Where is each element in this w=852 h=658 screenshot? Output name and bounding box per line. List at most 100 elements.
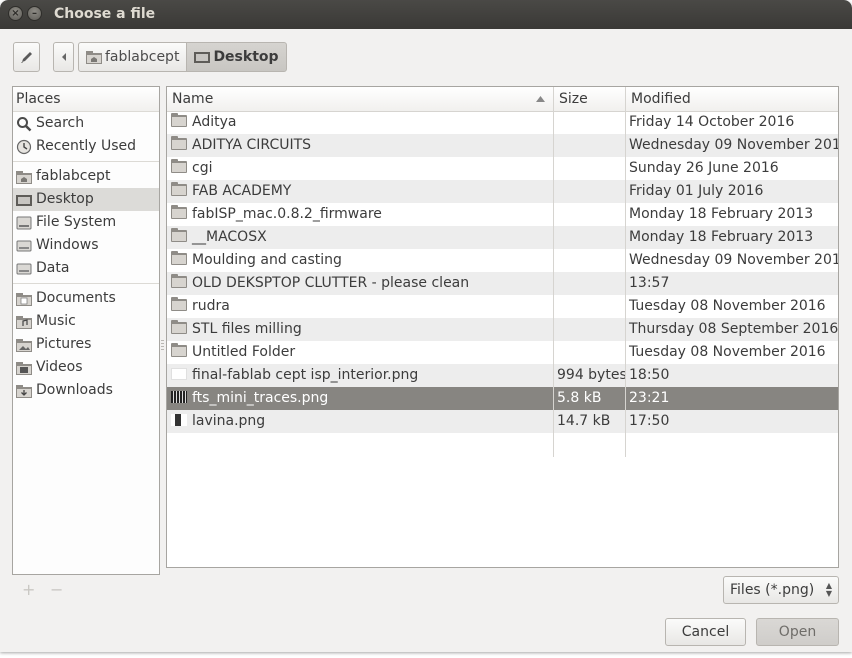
table-row[interactable]: fts_mini_traces.png 5.8 kB 23:21 xyxy=(167,387,838,410)
column-header-size-label: Size xyxy=(559,91,588,107)
folder-icon xyxy=(171,343,187,357)
sidebar-item-recently-used[interactable]: Recently Used xyxy=(13,135,159,158)
file-size xyxy=(553,272,625,295)
file-name-cell: lavina.png xyxy=(167,410,553,433)
column-header-name[interactable]: Name xyxy=(167,87,553,111)
file-size: 5.8 kB xyxy=(557,390,602,406)
table-row[interactable]: Untitled Folder Tuesday 08 November 2016 xyxy=(167,341,838,364)
sidebar-item-music[interactable]: Music xyxy=(13,310,159,333)
table-row[interactable]: Aditya Friday 14 October 2016 xyxy=(167,111,838,134)
breadcrumb-desktop-label: Desktop xyxy=(213,49,279,65)
open-button[interactable]: Open xyxy=(756,618,839,646)
sidebar-item-label: File System xyxy=(36,214,117,230)
sidebar-item-downloads[interactable]: Downloads xyxy=(13,379,159,402)
file-modified: Monday 18 February 2013 xyxy=(629,229,814,245)
image-file-icon xyxy=(171,391,187,403)
sidebar-item-label: Search xyxy=(36,115,85,131)
pane-resize-handle[interactable] xyxy=(161,340,164,350)
breadcrumb-desktop[interactable]: Desktop xyxy=(186,42,287,72)
file-modified: 17:50 xyxy=(629,413,670,429)
sidebar-item-search[interactable]: Search xyxy=(13,112,159,135)
sidebar-item-fablabcept[interactable]: fablabcept xyxy=(13,165,159,188)
file-name-cell: rudra xyxy=(167,295,553,318)
column-header-size[interactable]: Size xyxy=(553,87,625,111)
column-header-modified-label: Modified xyxy=(631,91,691,107)
table-row[interactable]: rudra Tuesday 08 November 2016 xyxy=(167,295,838,318)
sidebar-item-documents[interactable]: Documents xyxy=(13,287,159,310)
file-name-cell: cgi xyxy=(167,157,553,180)
file-name: STL files milling xyxy=(192,321,302,337)
table-row[interactable]: OLD DEKSPTOP CLUTTER - please clean 13:57 xyxy=(167,272,838,295)
file-name-cell: Untitled Folder xyxy=(167,341,553,364)
home-folder-icon xyxy=(86,50,102,64)
table-row[interactable]: cgi Sunday 26 June 2016 xyxy=(167,157,838,180)
image-file-icon xyxy=(171,414,187,426)
sidebar-item-videos[interactable]: Videos xyxy=(13,356,159,379)
sidebar-item-desktop[interactable]: Desktop xyxy=(13,188,159,211)
file-name: fts_mini_traces.png xyxy=(192,390,329,406)
file-name: fabISP_mac.0.8.2_firmware xyxy=(192,206,382,222)
table-row[interactable]: Moulding and casting Wednesday 09 Novembe… xyxy=(167,249,838,272)
file-type-filter-value: Files (*.png) xyxy=(730,582,815,598)
file-name-cell: FAB ACADEMY xyxy=(167,180,553,203)
add-bookmark-icon[interactable]: + xyxy=(22,580,35,599)
file-list-header: Name Size Modified xyxy=(167,87,838,112)
minimize-window-icon[interactable]: – xyxy=(27,6,42,21)
sidebar-item-label: Videos xyxy=(36,359,83,375)
pencil-icon xyxy=(20,52,32,63)
file-size xyxy=(553,111,625,134)
file-list: Name Size Modified Aditya Friday 14 Octob… xyxy=(166,86,839,568)
column-header-modified[interactable]: Modified xyxy=(625,87,838,111)
file-name: ADITYA CIRCUITS xyxy=(192,137,312,153)
breadcrumb-home[interactable]: fablabcept xyxy=(78,42,188,72)
table-row[interactable]: fabISP_mac.0.8.2_firmware Monday 18 Febru… xyxy=(167,203,838,226)
remove-bookmark-icon[interactable]: − xyxy=(50,580,63,599)
folder-icon xyxy=(171,297,187,311)
sidebar-item-data[interactable]: Data xyxy=(13,257,159,280)
sidebar-item-label: Downloads xyxy=(36,382,113,398)
desktop-icon xyxy=(16,192,32,208)
breadcrumb-back-button[interactable] xyxy=(53,42,74,72)
recent-icon xyxy=(16,139,32,155)
table-row[interactable]: FAB ACADEMY Friday 01 July 2016 xyxy=(167,180,838,203)
sidebar-item-file-system[interactable]: File System xyxy=(13,211,159,234)
desktop-icon xyxy=(194,51,211,64)
sidebar-item-label: Music xyxy=(36,313,76,329)
file-name: lavina.png xyxy=(192,413,266,429)
table-row[interactable]: STL files milling Thursday 08 September 2… xyxy=(167,318,838,341)
breadcrumb: fablabcept Desktop xyxy=(78,42,287,72)
videos-icon xyxy=(16,360,32,376)
table-row[interactable]: __MACOSX Monday 18 February 2013 xyxy=(167,226,838,249)
file-name: OLD DEKSPTOP CLUTTER - please clean xyxy=(192,275,470,291)
sidebar-item-pictures[interactable]: Pictures xyxy=(13,333,159,356)
file-size xyxy=(553,134,625,157)
table-row[interactable]: ADITYA CIRCUITS Wednesday 09 November 201… xyxy=(167,134,838,157)
updown-arrows-icon: ▲ ▼ xyxy=(825,581,832,598)
window-title: Choose a file xyxy=(54,6,156,22)
sidebar-item-windows[interactable]: Windows xyxy=(13,234,159,257)
folder-icon xyxy=(171,274,187,288)
documents-icon xyxy=(16,291,32,307)
file-name: Moulding and casting xyxy=(192,252,342,268)
file-modified: Monday 18 February 2013 xyxy=(629,206,814,222)
sidebar-item-label: Recently Used xyxy=(36,138,137,154)
sort-ascending-icon xyxy=(536,96,545,102)
close-window-icon[interactable]: × xyxy=(8,6,23,21)
drive-icon xyxy=(16,261,32,277)
table-row[interactable]: lavina.png 14.7 kB 17:50 xyxy=(167,410,838,433)
type-location-button[interactable] xyxy=(13,42,40,72)
table-row[interactable]: final-fablab cept isp_interior.png 994 by… xyxy=(167,364,838,387)
file-name: rudra xyxy=(192,298,230,314)
filesystem-icon xyxy=(16,215,32,231)
column-divider xyxy=(553,111,554,457)
places-sidebar: Places Search Recently Used fablabcept D… xyxy=(12,86,160,575)
folder-icon xyxy=(171,159,187,173)
cancel-button[interactable]: Cancel xyxy=(665,618,746,646)
file-modified: 23:21 xyxy=(629,390,670,406)
file-modified: Tuesday 08 November 2016 xyxy=(629,298,826,314)
file-size xyxy=(553,157,625,180)
file-name-cell: __MACOSX xyxy=(167,226,553,249)
folder-icon xyxy=(171,136,187,150)
file-type-filter[interactable]: Files (*.png) ▲ ▼ xyxy=(723,576,839,604)
sidebar-item-label: Desktop xyxy=(36,191,94,207)
